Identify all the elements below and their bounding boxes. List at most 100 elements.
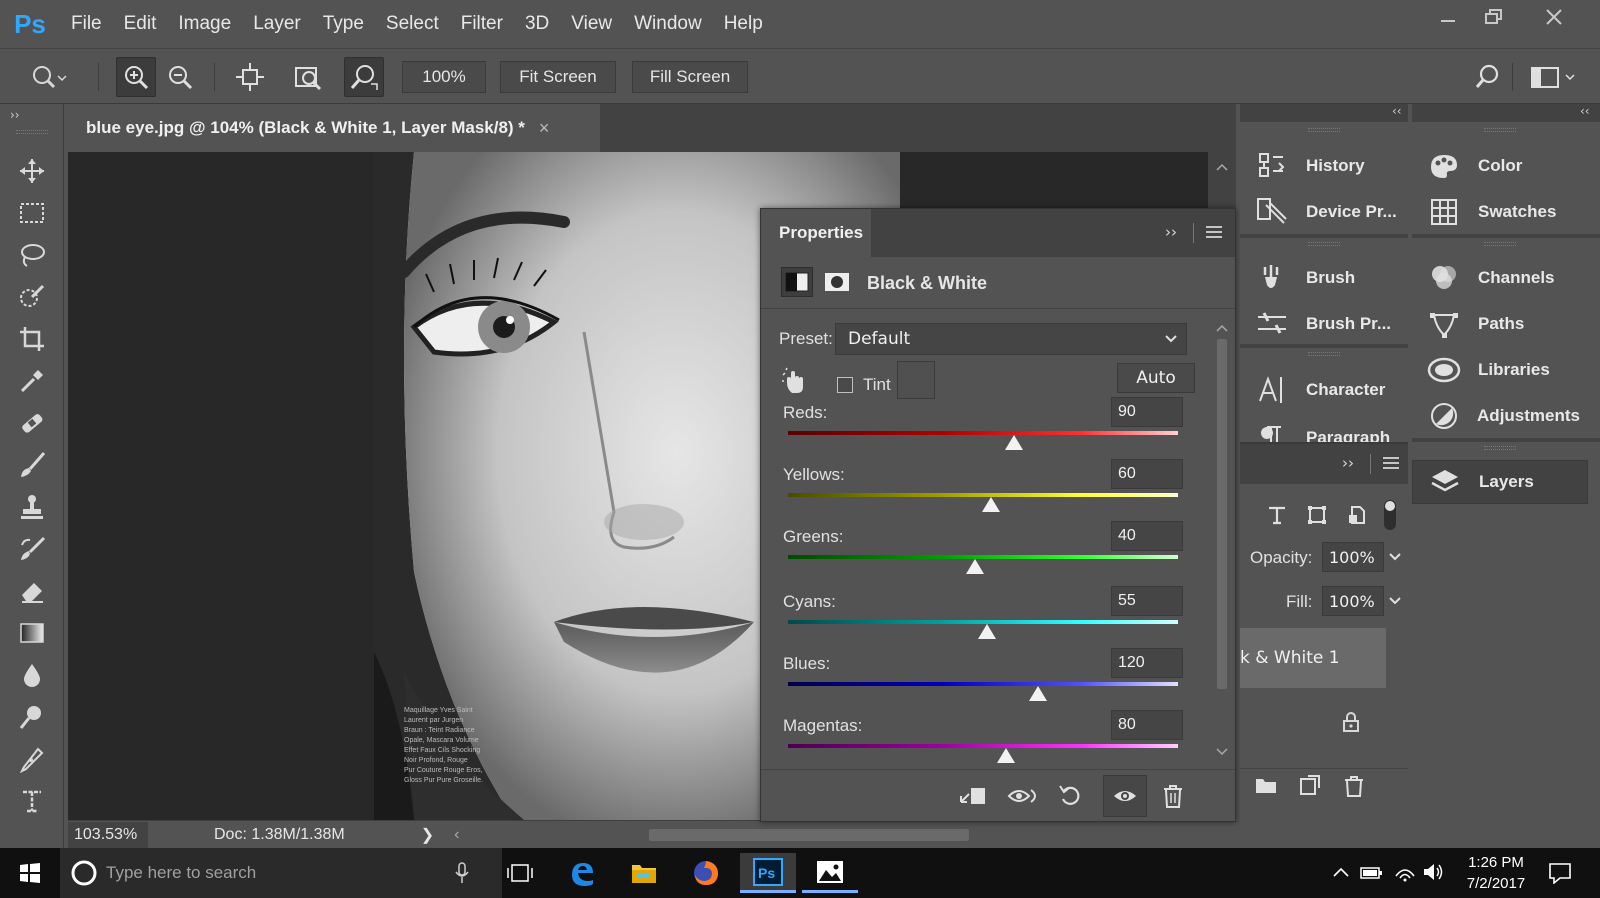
lasso-tool[interactable] bbox=[12, 236, 52, 274]
close-tab-icon[interactable]: × bbox=[539, 118, 550, 139]
panel-button-adjustments[interactable]: Adjustments bbox=[1412, 394, 1580, 438]
reds-slider-thumb[interactable] bbox=[1005, 435, 1024, 450]
minimize-button[interactable] bbox=[1424, 0, 1472, 34]
dodge-tool[interactable] bbox=[12, 698, 52, 736]
zoom-tool-preset-button[interactable] bbox=[28, 57, 68, 97]
collapse-panel-icon[interactable]: ›› bbox=[1342, 454, 1354, 472]
pen-tool[interactable] bbox=[12, 740, 52, 778]
menu-help[interactable]: Help bbox=[713, 13, 774, 35]
panel-button-device-preview[interactable]: Device Pr... bbox=[1240, 190, 1408, 234]
delete-adjustment-button[interactable] bbox=[1157, 780, 1189, 812]
filter-toggle[interactable] bbox=[1384, 500, 1396, 530]
panel-button-channels[interactable]: Channels bbox=[1412, 256, 1580, 300]
new-layer-icon[interactable] bbox=[1298, 774, 1322, 796]
magentas-slider-track[interactable] bbox=[788, 744, 1178, 748]
panel-button-character[interactable]: Character bbox=[1240, 368, 1408, 412]
panel-button-layers[interactable]: Layers bbox=[1412, 460, 1588, 504]
reds-value-input[interactable]: 90 bbox=[1111, 397, 1183, 427]
scroll-left-icon[interactable]: ‹ bbox=[454, 826, 459, 844]
horizontal-scrollbar-thumb[interactable] bbox=[649, 828, 970, 841]
volume-icon[interactable] bbox=[1422, 862, 1444, 882]
type-tool[interactable] bbox=[12, 782, 52, 820]
menu-view[interactable]: View bbox=[560, 13, 623, 35]
menu-filter[interactable]: Filter bbox=[450, 13, 514, 35]
panel-button-history[interactable]: History bbox=[1240, 144, 1408, 188]
scroll-up-icon[interactable] bbox=[1216, 323, 1228, 333]
scroll-up-icon[interactable] bbox=[1216, 162, 1228, 172]
menu-edit[interactable]: Edit bbox=[113, 13, 168, 35]
notifications-icon[interactable] bbox=[1548, 862, 1572, 884]
file-explorer-taskbar-button[interactable] bbox=[616, 853, 672, 893]
battery-icon[interactable] bbox=[1360, 864, 1384, 882]
delete-layer-icon[interactable] bbox=[1342, 774, 1366, 798]
panel-grip[interactable] bbox=[1484, 128, 1516, 132]
expand-dock-icon[interactable]: ‹‹ bbox=[1392, 104, 1402, 118]
status-menu-arrow-icon[interactable]: ❯ bbox=[421, 825, 434, 845]
mask-icon-button[interactable] bbox=[821, 267, 853, 297]
scroll-down-icon[interactable] bbox=[1216, 747, 1228, 757]
panel-grip[interactable] bbox=[1308, 352, 1340, 356]
menu-layer[interactable]: Layer bbox=[242, 13, 312, 35]
blues-slider-track[interactable] bbox=[788, 682, 1178, 686]
panel-button-libraries[interactable]: Libraries bbox=[1412, 348, 1580, 392]
auto-button[interactable]: Auto bbox=[1117, 363, 1195, 393]
workspace-switcher[interactable] bbox=[1526, 57, 1582, 97]
zoom-level-field[interactable]: 103.53% bbox=[68, 821, 148, 848]
panel-grip[interactable] bbox=[1308, 128, 1340, 132]
zoom-all-windows-button[interactable] bbox=[288, 57, 328, 97]
scrollbar-thumb[interactable] bbox=[1217, 339, 1227, 689]
panel-grip[interactable] bbox=[1484, 446, 1516, 450]
panel-menu-icon[interactable] bbox=[1205, 225, 1223, 241]
taskbar-search-box[interactable]: Type here to search bbox=[60, 848, 502, 898]
blur-tool[interactable] bbox=[12, 656, 52, 694]
greens-slider-thumb[interactable] bbox=[966, 559, 985, 574]
view-previous-state-button[interactable] bbox=[1007, 780, 1039, 812]
adjustment-icon-button[interactable] bbox=[781, 267, 813, 297]
panel-button-swatches[interactable]: Swatches bbox=[1412, 190, 1580, 234]
toggle-visibility-button[interactable] bbox=[1103, 775, 1147, 817]
menu-3d[interactable]: 3D bbox=[514, 13, 560, 35]
marquee-tool[interactable] bbox=[12, 194, 52, 232]
tint-checkbox[interactable] bbox=[837, 377, 853, 393]
healing-brush-tool[interactable] bbox=[12, 404, 52, 442]
resize-windows-button[interactable] bbox=[230, 57, 270, 97]
properties-tab[interactable]: Properties bbox=[761, 209, 871, 257]
properties-scrollbar[interactable] bbox=[1213, 321, 1231, 761]
fill-screen-button[interactable]: Fill Screen bbox=[632, 61, 748, 93]
edge-taskbar-button[interactable] bbox=[554, 853, 610, 893]
collapse-panel-icon[interactable]: ›› bbox=[1165, 223, 1177, 241]
task-view-button[interactable] bbox=[492, 853, 548, 893]
panel-button-brush-presets[interactable]: Brush Pr... bbox=[1240, 302, 1408, 346]
panel-menu-icon[interactable] bbox=[1382, 456, 1400, 472]
blues-slider-thumb[interactable] bbox=[1028, 686, 1047, 701]
system-clock[interactable]: 1:26 PM 7/2/2017 bbox=[1456, 852, 1536, 894]
photoshop-taskbar-button[interactable]: Ps bbox=[740, 853, 796, 893]
show-hidden-icons-icon[interactable] bbox=[1332, 866, 1350, 878]
new-group-icon[interactable] bbox=[1254, 774, 1278, 796]
menu-file[interactable]: File bbox=[60, 13, 113, 35]
blues-value-input[interactable]: 120 bbox=[1111, 648, 1183, 678]
move-tool[interactable] bbox=[12, 152, 52, 190]
zoom-in-button[interactable] bbox=[116, 57, 156, 97]
tint-color-swatch[interactable] bbox=[897, 361, 935, 399]
photos-taskbar-button[interactable] bbox=[802, 853, 858, 893]
chevron-down-icon[interactable] bbox=[1388, 552, 1402, 562]
targeted-adjustment-button[interactable] bbox=[781, 367, 811, 397]
yellows-value-input[interactable]: 60 bbox=[1111, 459, 1183, 489]
zoom-out-button[interactable] bbox=[160, 57, 200, 97]
type-filter-icon[interactable] bbox=[1266, 504, 1288, 526]
gradient-tool[interactable] bbox=[12, 614, 52, 652]
document-tab[interactable]: blue eye.jpg @ 104% (Black & White 1, La… bbox=[68, 104, 600, 152]
shape-filter-icon[interactable] bbox=[1306, 504, 1328, 526]
panel-button-brush[interactable]: Brush bbox=[1240, 256, 1408, 300]
scrubby-zoom-button[interactable] bbox=[344, 57, 384, 97]
wifi-icon[interactable] bbox=[1394, 862, 1416, 882]
magentas-slider-thumb[interactable] bbox=[997, 748, 1016, 763]
search-button[interactable] bbox=[1468, 57, 1508, 97]
opacity-input[interactable]: 100% bbox=[1322, 542, 1384, 572]
history-brush-tool[interactable] bbox=[12, 530, 52, 568]
firefox-taskbar-button[interactable] bbox=[678, 853, 734, 893]
reds-slider-track[interactable] bbox=[788, 431, 1178, 435]
menu-window[interactable]: Window bbox=[623, 13, 713, 35]
fill-input[interactable]: 100% bbox=[1322, 586, 1384, 616]
